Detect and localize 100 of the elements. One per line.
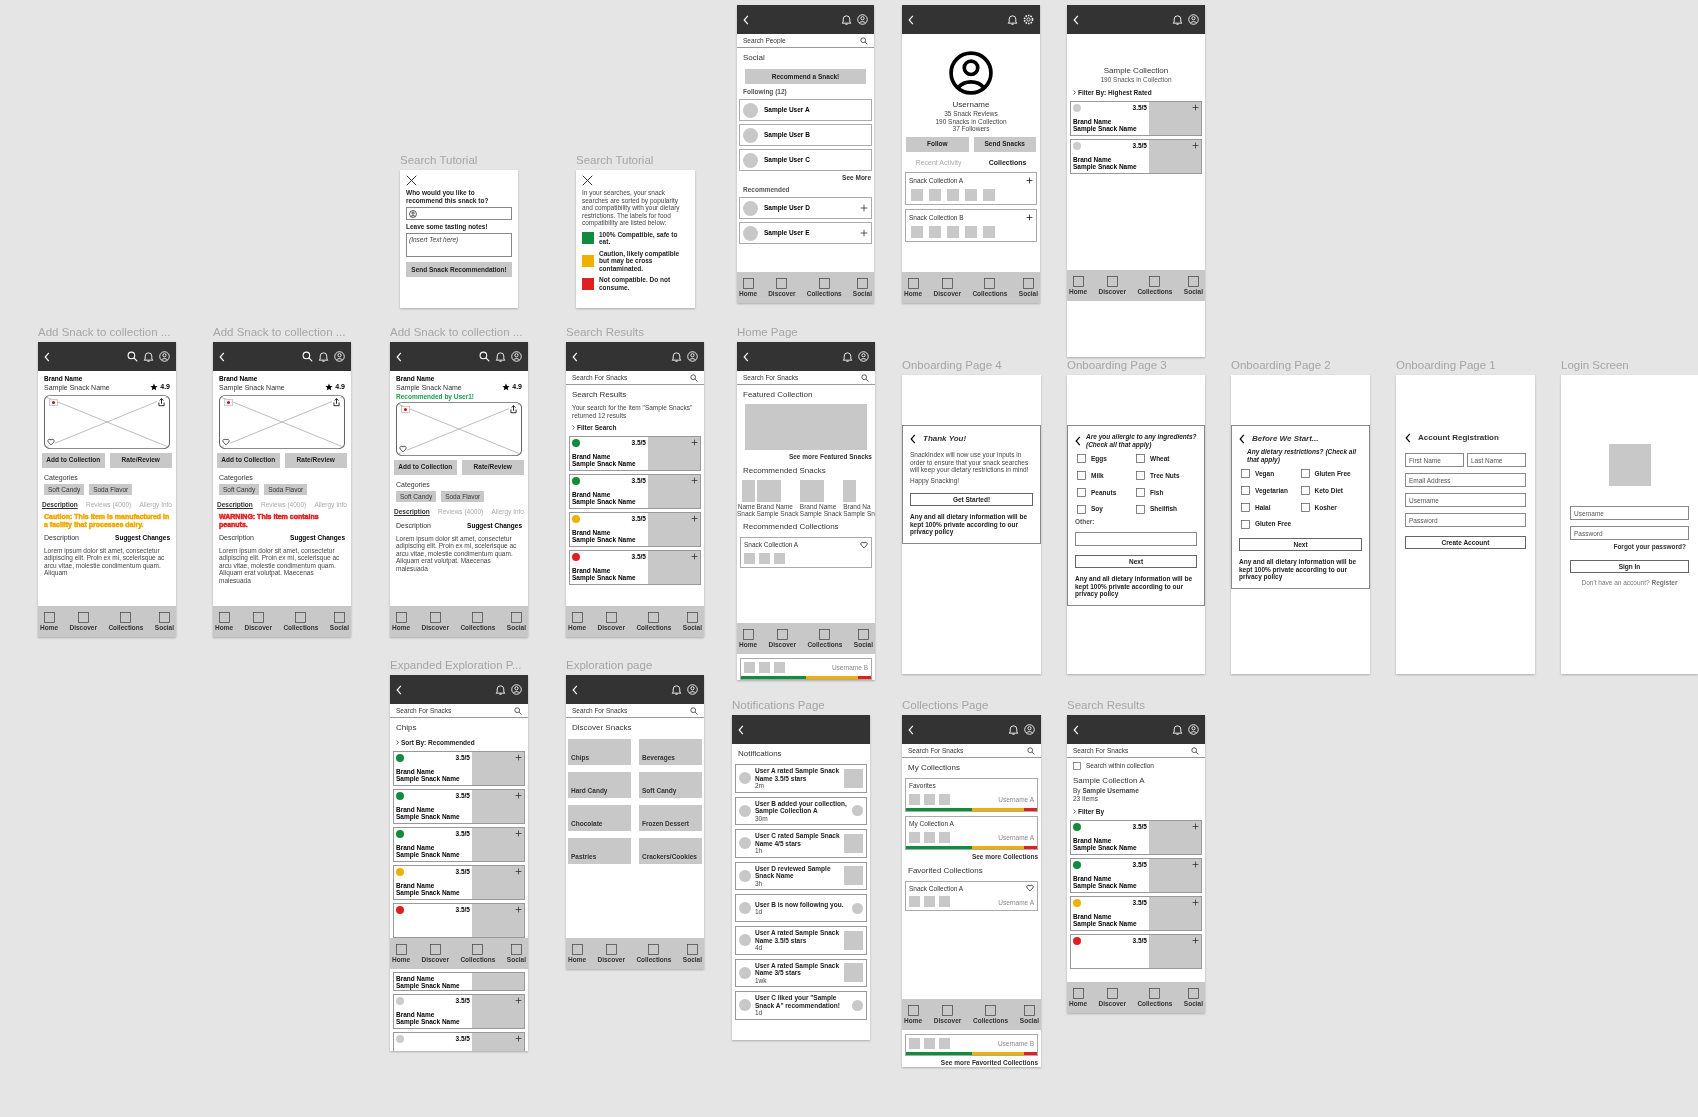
bell-icon[interactable] bbox=[842, 351, 853, 362]
plus-icon[interactable] bbox=[860, 229, 868, 237]
search-icon[interactable] bbox=[1027, 746, 1035, 755]
profile-icon[interactable] bbox=[334, 351, 345, 362]
plus-icon[interactable] bbox=[1192, 936, 1199, 944]
square-icon bbox=[252, 612, 264, 623]
checkbox[interactable] bbox=[1241, 486, 1250, 496]
flag-icon bbox=[401, 405, 410, 413]
square-icon bbox=[686, 944, 698, 955]
plus-icon[interactable] bbox=[515, 1034, 522, 1042]
square-icon bbox=[1106, 276, 1118, 287]
thumbnail-placeholder bbox=[983, 188, 995, 201]
search-icon[interactable] bbox=[860, 36, 868, 45]
back-icon[interactable] bbox=[1075, 435, 1081, 446]
share-icon[interactable] bbox=[509, 404, 518, 414]
heart-icon[interactable] bbox=[222, 437, 230, 446]
checkbox[interactable] bbox=[1300, 502, 1310, 512]
plus-icon[interactable] bbox=[1192, 860, 1199, 868]
search-icon[interactable] bbox=[1191, 746, 1199, 755]
checkbox[interactable] bbox=[1073, 761, 1081, 770]
heart-icon[interactable] bbox=[1026, 884, 1034, 893]
plus-icon[interactable] bbox=[1192, 822, 1199, 830]
profile-icon[interactable] bbox=[159, 351, 170, 362]
recipient-field[interactable] bbox=[406, 207, 512, 220]
plus-icon[interactable] bbox=[515, 905, 522, 913]
plus-icon[interactable] bbox=[515, 753, 522, 761]
search-icon[interactable] bbox=[690, 373, 698, 382]
thumbnail-placeholder bbox=[947, 225, 959, 238]
checkbox[interactable] bbox=[1136, 487, 1145, 497]
search-icon[interactable] bbox=[479, 351, 490, 362]
profile-icon[interactable] bbox=[687, 684, 698, 695]
plus-icon[interactable] bbox=[691, 552, 698, 560]
bell-icon[interactable] bbox=[495, 684, 506, 695]
checkbox[interactable] bbox=[1241, 469, 1250, 479]
back-icon[interactable] bbox=[1405, 433, 1411, 443]
share-icon[interactable] bbox=[157, 397, 166, 407]
search-icon[interactable] bbox=[690, 706, 698, 715]
bell-icon[interactable] bbox=[495, 351, 506, 362]
plus-icon[interactable] bbox=[515, 791, 522, 799]
profile-icon[interactable] bbox=[511, 351, 522, 362]
heart-icon[interactable] bbox=[47, 437, 55, 446]
checkbox[interactable] bbox=[1136, 471, 1145, 481]
checkbox[interactable] bbox=[1241, 519, 1250, 529]
checkbox[interactable] bbox=[1077, 504, 1086, 514]
bell-icon[interactable] bbox=[1172, 724, 1183, 735]
bell-icon[interactable] bbox=[1172, 14, 1183, 25]
profile-icon[interactable] bbox=[511, 684, 522, 695]
square-icon bbox=[1187, 276, 1199, 287]
plus-icon[interactable] bbox=[1192, 898, 1199, 906]
plus-icon[interactable] bbox=[691, 438, 698, 446]
text-field[interactable] bbox=[1075, 532, 1197, 546]
checkbox[interactable] bbox=[1077, 487, 1086, 497]
search-icon[interactable] bbox=[514, 706, 522, 715]
checkbox[interactable] bbox=[1241, 502, 1250, 512]
plus-icon[interactable] bbox=[1026, 214, 1033, 222]
plus-icon[interactable] bbox=[515, 867, 522, 875]
chevron-icon bbox=[1073, 90, 1076, 96]
bell-icon[interactable] bbox=[671, 351, 682, 362]
bell-icon[interactable] bbox=[1007, 14, 1018, 25]
thumbnail-placeholder bbox=[759, 662, 770, 673]
square-icon bbox=[510, 612, 522, 623]
checkbox[interactable] bbox=[1077, 454, 1086, 464]
profile-icon[interactable] bbox=[1188, 14, 1199, 25]
back-icon[interactable] bbox=[910, 434, 916, 444]
profile-icon[interactable] bbox=[1024, 724, 1035, 735]
close-icon[interactable] bbox=[406, 175, 417, 186]
checkbox[interactable] bbox=[1136, 454, 1145, 464]
thumbnail-placeholder bbox=[844, 833, 863, 853]
plus-icon[interactable] bbox=[1026, 177, 1033, 185]
share-icon[interactable] bbox=[332, 397, 341, 407]
heart-icon[interactable] bbox=[860, 540, 868, 549]
bell-icon[interactable] bbox=[1008, 724, 1019, 735]
search-icon[interactable] bbox=[302, 351, 313, 362]
plus-icon[interactable] bbox=[1192, 103, 1199, 111]
profile-icon[interactable] bbox=[858, 351, 869, 362]
bell-icon[interactable] bbox=[318, 351, 329, 362]
heart-icon[interactable] bbox=[399, 444, 407, 453]
plus-icon[interactable] bbox=[691, 476, 698, 484]
profile-icon[interactable] bbox=[1188, 724, 1199, 735]
plus-icon[interactable] bbox=[860, 204, 868, 212]
close-icon[interactable] bbox=[582, 175, 593, 186]
bell-icon[interactable] bbox=[671, 684, 682, 695]
checkbox[interactable] bbox=[1077, 471, 1086, 481]
back-icon[interactable] bbox=[1239, 434, 1245, 444]
section-heading: Discover Snacks bbox=[571, 722, 633, 734]
plus-icon[interactable] bbox=[1192, 141, 1199, 149]
profile-icon[interactable] bbox=[687, 351, 698, 362]
square-icon bbox=[605, 612, 617, 623]
search-icon[interactable] bbox=[127, 351, 138, 362]
search-icon[interactable] bbox=[861, 373, 869, 382]
checkbox[interactable] bbox=[1300, 469, 1310, 479]
plus-icon[interactable] bbox=[515, 829, 522, 837]
checkbox[interactable] bbox=[1300, 486, 1310, 496]
settings-icon[interactable] bbox=[1023, 14, 1034, 25]
bell-icon[interactable] bbox=[143, 351, 154, 362]
plus-icon[interactable] bbox=[515, 996, 522, 1004]
plus-icon[interactable] bbox=[691, 514, 698, 522]
bell-icon[interactable] bbox=[841, 14, 852, 25]
checkbox[interactable] bbox=[1136, 504, 1145, 514]
profile-icon[interactable] bbox=[857, 14, 868, 25]
